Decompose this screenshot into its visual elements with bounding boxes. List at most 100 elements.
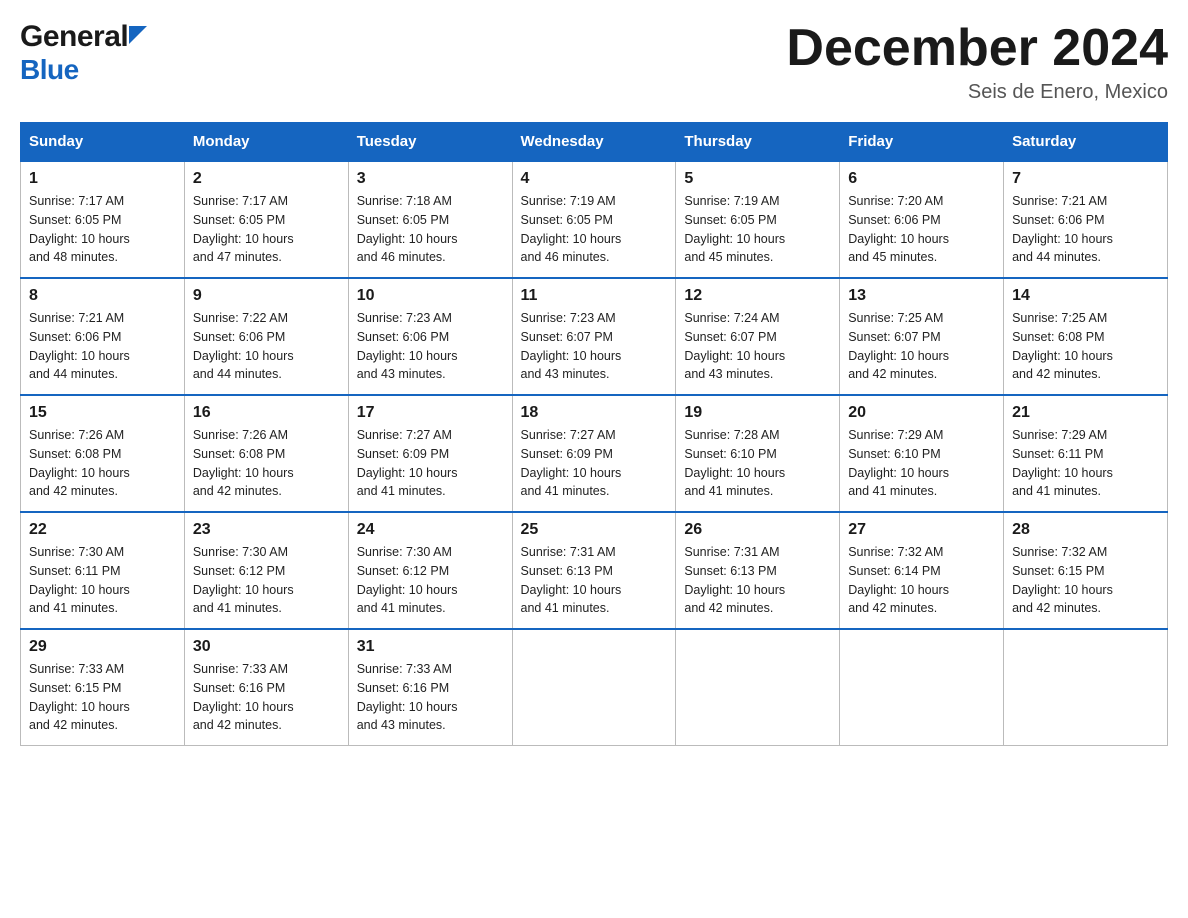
day-number: 26: [684, 521, 831, 539]
day-info: Sunrise: 7:29 AM Sunset: 6:10 PM Dayligh…: [848, 426, 995, 501]
day-info: Sunrise: 7:22 AM Sunset: 6:06 PM Dayligh…: [193, 309, 340, 384]
day-number: 12: [684, 287, 831, 305]
calendar-cell: 1 Sunrise: 7:17 AM Sunset: 6:05 PM Dayli…: [21, 161, 185, 278]
day-number: 3: [357, 170, 504, 188]
day-info: Sunrise: 7:17 AM Sunset: 6:05 PM Dayligh…: [193, 192, 340, 267]
calendar-cell: 22 Sunrise: 7:30 AM Sunset: 6:11 PM Dayl…: [21, 512, 185, 629]
day-info: Sunrise: 7:32 AM Sunset: 6:15 PM Dayligh…: [1012, 543, 1159, 618]
calendar-week-row: 15 Sunrise: 7:26 AM Sunset: 6:08 PM Dayl…: [21, 395, 1168, 512]
day-number: 19: [684, 404, 831, 422]
day-info: Sunrise: 7:21 AM Sunset: 6:06 PM Dayligh…: [1012, 192, 1159, 267]
calendar-cell: 5 Sunrise: 7:19 AM Sunset: 6:05 PM Dayli…: [676, 161, 840, 278]
calendar-cell: 24 Sunrise: 7:30 AM Sunset: 6:12 PM Dayl…: [348, 512, 512, 629]
calendar-cell: 28 Sunrise: 7:32 AM Sunset: 6:15 PM Dayl…: [1004, 512, 1168, 629]
day-number: 20: [848, 404, 995, 422]
day-number: 16: [193, 404, 340, 422]
day-number: 23: [193, 521, 340, 539]
calendar-day-header: Saturday: [1004, 123, 1168, 162]
day-info: Sunrise: 7:32 AM Sunset: 6:14 PM Dayligh…: [848, 543, 995, 618]
title-block: December 2024 Seis de Enero, Mexico: [786, 20, 1168, 104]
day-number: 21: [1012, 404, 1159, 422]
day-number: 30: [193, 638, 340, 656]
day-number: 15: [29, 404, 176, 422]
calendar-cell: 30 Sunrise: 7:33 AM Sunset: 6:16 PM Dayl…: [184, 629, 348, 746]
day-info: Sunrise: 7:23 AM Sunset: 6:07 PM Dayligh…: [521, 309, 668, 384]
calendar-cell: 23 Sunrise: 7:30 AM Sunset: 6:12 PM Dayl…: [184, 512, 348, 629]
calendar-cell: 4 Sunrise: 7:19 AM Sunset: 6:05 PM Dayli…: [512, 161, 676, 278]
day-info: Sunrise: 7:33 AM Sunset: 6:16 PM Dayligh…: [193, 660, 340, 735]
calendar-week-row: 1 Sunrise: 7:17 AM Sunset: 6:05 PM Dayli…: [21, 161, 1168, 278]
day-number: 5: [684, 170, 831, 188]
day-number: 10: [357, 287, 504, 305]
calendar-cell: 11 Sunrise: 7:23 AM Sunset: 6:07 PM Dayl…: [512, 278, 676, 395]
calendar-day-header: Tuesday: [348, 123, 512, 162]
day-info: Sunrise: 7:33 AM Sunset: 6:16 PM Dayligh…: [357, 660, 504, 735]
calendar-cell: 2 Sunrise: 7:17 AM Sunset: 6:05 PM Dayli…: [184, 161, 348, 278]
day-number: 29: [29, 638, 176, 656]
day-number: 25: [521, 521, 668, 539]
calendar-cell: 13 Sunrise: 7:25 AM Sunset: 6:07 PM Dayl…: [840, 278, 1004, 395]
logo-triangle-icon: [129, 26, 147, 49]
day-number: 4: [521, 170, 668, 188]
calendar-cell: 8 Sunrise: 7:21 AM Sunset: 6:06 PM Dayli…: [21, 278, 185, 395]
calendar-cell: 25 Sunrise: 7:31 AM Sunset: 6:13 PM Dayl…: [512, 512, 676, 629]
calendar-cell: 17 Sunrise: 7:27 AM Sunset: 6:09 PM Dayl…: [348, 395, 512, 512]
day-info: Sunrise: 7:27 AM Sunset: 6:09 PM Dayligh…: [521, 426, 668, 501]
calendar-cell: 26 Sunrise: 7:31 AM Sunset: 6:13 PM Dayl…: [676, 512, 840, 629]
page-header: General Blue December 2024 Seis de Enero…: [20, 20, 1168, 104]
day-number: 11: [521, 287, 668, 305]
day-info: Sunrise: 7:25 AM Sunset: 6:08 PM Dayligh…: [1012, 309, 1159, 384]
calendar-cell: 20 Sunrise: 7:29 AM Sunset: 6:10 PM Dayl…: [840, 395, 1004, 512]
day-number: 17: [357, 404, 504, 422]
day-info: Sunrise: 7:30 AM Sunset: 6:12 PM Dayligh…: [357, 543, 504, 618]
calendar-cell: 9 Sunrise: 7:22 AM Sunset: 6:06 PM Dayli…: [184, 278, 348, 395]
calendar-cell: 27 Sunrise: 7:32 AM Sunset: 6:14 PM Dayl…: [840, 512, 1004, 629]
day-number: 9: [193, 287, 340, 305]
calendar-cell: [1004, 629, 1168, 746]
day-info: Sunrise: 7:23 AM Sunset: 6:06 PM Dayligh…: [357, 309, 504, 384]
day-number: 13: [848, 287, 995, 305]
day-info: Sunrise: 7:28 AM Sunset: 6:10 PM Dayligh…: [684, 426, 831, 501]
day-info: Sunrise: 7:19 AM Sunset: 6:05 PM Dayligh…: [684, 192, 831, 267]
day-info: Sunrise: 7:33 AM Sunset: 6:15 PM Dayligh…: [29, 660, 176, 735]
calendar-cell: 31 Sunrise: 7:33 AM Sunset: 6:16 PM Dayl…: [348, 629, 512, 746]
day-number: 1: [29, 170, 176, 188]
calendar-day-header: Sunday: [21, 123, 185, 162]
day-number: 22: [29, 521, 176, 539]
day-info: Sunrise: 7:27 AM Sunset: 6:09 PM Dayligh…: [357, 426, 504, 501]
calendar-table: SundayMondayTuesdayWednesdayThursdayFrid…: [20, 122, 1168, 746]
calendar-cell: 12 Sunrise: 7:24 AM Sunset: 6:07 PM Dayl…: [676, 278, 840, 395]
day-number: 2: [193, 170, 340, 188]
calendar-header-row: SundayMondayTuesdayWednesdayThursdayFrid…: [21, 123, 1168, 162]
day-info: Sunrise: 7:20 AM Sunset: 6:06 PM Dayligh…: [848, 192, 995, 267]
day-info: Sunrise: 7:31 AM Sunset: 6:13 PM Dayligh…: [521, 543, 668, 618]
calendar-cell: 7 Sunrise: 7:21 AM Sunset: 6:06 PM Dayli…: [1004, 161, 1168, 278]
calendar-cell: 18 Sunrise: 7:27 AM Sunset: 6:09 PM Dayl…: [512, 395, 676, 512]
calendar-cell: 14 Sunrise: 7:25 AM Sunset: 6:08 PM Dayl…: [1004, 278, 1168, 395]
day-info: Sunrise: 7:21 AM Sunset: 6:06 PM Dayligh…: [29, 309, 176, 384]
day-info: Sunrise: 7:26 AM Sunset: 6:08 PM Dayligh…: [29, 426, 176, 501]
calendar-cell: [840, 629, 1004, 746]
logo: General Blue: [20, 20, 147, 86]
calendar-week-row: 22 Sunrise: 7:30 AM Sunset: 6:11 PM Dayl…: [21, 512, 1168, 629]
page-subtitle: Seis de Enero, Mexico: [786, 81, 1168, 104]
calendar-day-header: Wednesday: [512, 123, 676, 162]
calendar-day-header: Monday: [184, 123, 348, 162]
day-number: 31: [357, 638, 504, 656]
day-info: Sunrise: 7:30 AM Sunset: 6:11 PM Dayligh…: [29, 543, 176, 618]
calendar-cell: 10 Sunrise: 7:23 AM Sunset: 6:06 PM Dayl…: [348, 278, 512, 395]
calendar-cell: 6 Sunrise: 7:20 AM Sunset: 6:06 PM Dayli…: [840, 161, 1004, 278]
day-info: Sunrise: 7:25 AM Sunset: 6:07 PM Dayligh…: [848, 309, 995, 384]
day-info: Sunrise: 7:19 AM Sunset: 6:05 PM Dayligh…: [521, 192, 668, 267]
calendar-cell: 16 Sunrise: 7:26 AM Sunset: 6:08 PM Dayl…: [184, 395, 348, 512]
day-number: 7: [1012, 170, 1159, 188]
calendar-day-header: Friday: [840, 123, 1004, 162]
day-info: Sunrise: 7:31 AM Sunset: 6:13 PM Dayligh…: [684, 543, 831, 618]
calendar-cell: [676, 629, 840, 746]
calendar-cell: [512, 629, 676, 746]
calendar-day-header: Thursday: [676, 123, 840, 162]
calendar-cell: 19 Sunrise: 7:28 AM Sunset: 6:10 PM Dayl…: [676, 395, 840, 512]
calendar-cell: 15 Sunrise: 7:26 AM Sunset: 6:08 PM Dayl…: [21, 395, 185, 512]
calendar-week-row: 29 Sunrise: 7:33 AM Sunset: 6:15 PM Dayl…: [21, 629, 1168, 746]
logo-blue-text: Blue: [20, 54, 79, 85]
